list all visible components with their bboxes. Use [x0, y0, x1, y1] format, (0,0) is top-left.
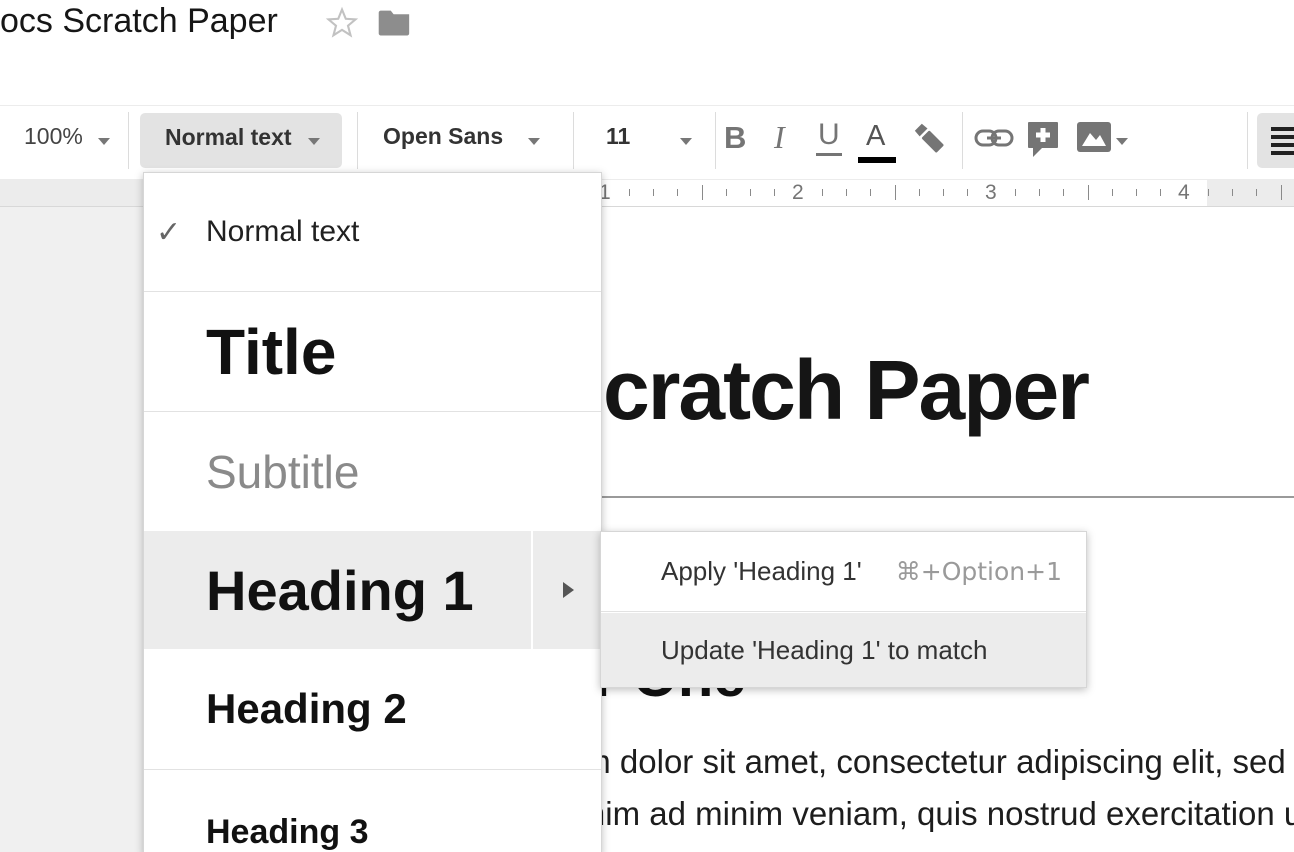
style-option-title[interactable]: Title — [144, 292, 601, 411]
insert-image-caret-icon[interactable] — [1116, 138, 1128, 145]
bold-button[interactable]: B — [724, 120, 746, 156]
google-docs-window: Scratch Paper Header One Lorem ipsum dol… — [0, 0, 1294, 852]
styles-select[interactable]: Normal text — [140, 113, 342, 168]
italic-button[interactable]: I — [774, 119, 785, 156]
ruler-inch-number: 4 — [1178, 181, 1190, 205]
zoom-caret-icon[interactable] — [98, 138, 110, 145]
star-icon[interactable] — [324, 5, 360, 46]
font-size-select[interactable]: 11 — [606, 123, 630, 150]
styles-caret-icon — [308, 138, 320, 145]
style-option-heading-3[interactable]: Heading 3 — [144, 770, 601, 852]
style-option-subtitle[interactable]: Subtitle — [144, 412, 601, 531]
folder-icon[interactable] — [378, 7, 412, 42]
document-heading-title[interactable]: Scratch Paper — [549, 342, 1088, 439]
text-color-swatch — [858, 157, 896, 163]
font-size-caret-icon[interactable] — [680, 138, 692, 145]
insert-image-button[interactable] — [1076, 121, 1112, 158]
heading-1-submenu: Apply 'Heading 1' ⌘+Option+1 Update 'Hea… — [600, 531, 1087, 688]
checkmark-icon: ✓ — [156, 215, 181, 250]
underline-button[interactable]: U — [816, 118, 842, 156]
update-heading-1-item[interactable]: Update 'Heading 1' to match — [601, 613, 1086, 687]
document-name[interactable]: ocs Scratch Paper — [0, 2, 278, 41]
titlebar: ocs Scratch Paper — [0, 0, 1294, 50]
ruler-inch-number: 3 — [985, 181, 997, 205]
styles-dropdown-menu: ✓ Normal text Title Subtitle Heading 1 H… — [143, 172, 602, 852]
apply-heading-1-item[interactable]: Apply 'Heading 1' ⌘+Option+1 — [601, 532, 1086, 611]
menubar: View Insert Format Tools Add-ons Help Al… — [0, 50, 1294, 105]
style-option-heading-2[interactable]: Heading 2 — [144, 649, 601, 769]
align-button[interactable] — [1257, 113, 1294, 168]
font-caret-icon[interactable] — [528, 138, 540, 145]
style-option-normal-text[interactable]: ✓ Normal text — [144, 173, 601, 291]
toolbar: 100% Normal text Open Sans 11 B I U A — [0, 105, 1294, 179]
styles-select-value: Normal text — [165, 124, 292, 151]
insert-link-button[interactable] — [974, 126, 1014, 155]
ruler-inch-number: 2 — [792, 181, 804, 205]
highlight-button[interactable] — [910, 118, 952, 165]
submenu-arrow-icon — [563, 582, 574, 598]
font-select[interactable]: Open Sans — [383, 123, 503, 150]
text-color-button[interactable]: A — [866, 120, 885, 153]
insert-comment-button[interactable] — [1026, 120, 1060, 165]
heading-1-submenu-arrow[interactable] — [531, 531, 603, 649]
zoom-select[interactable]: 100% — [24, 123, 83, 150]
align-left-icon — [1257, 113, 1294, 155]
shortcut-label: ⌘+Option+1 — [896, 557, 1062, 586]
